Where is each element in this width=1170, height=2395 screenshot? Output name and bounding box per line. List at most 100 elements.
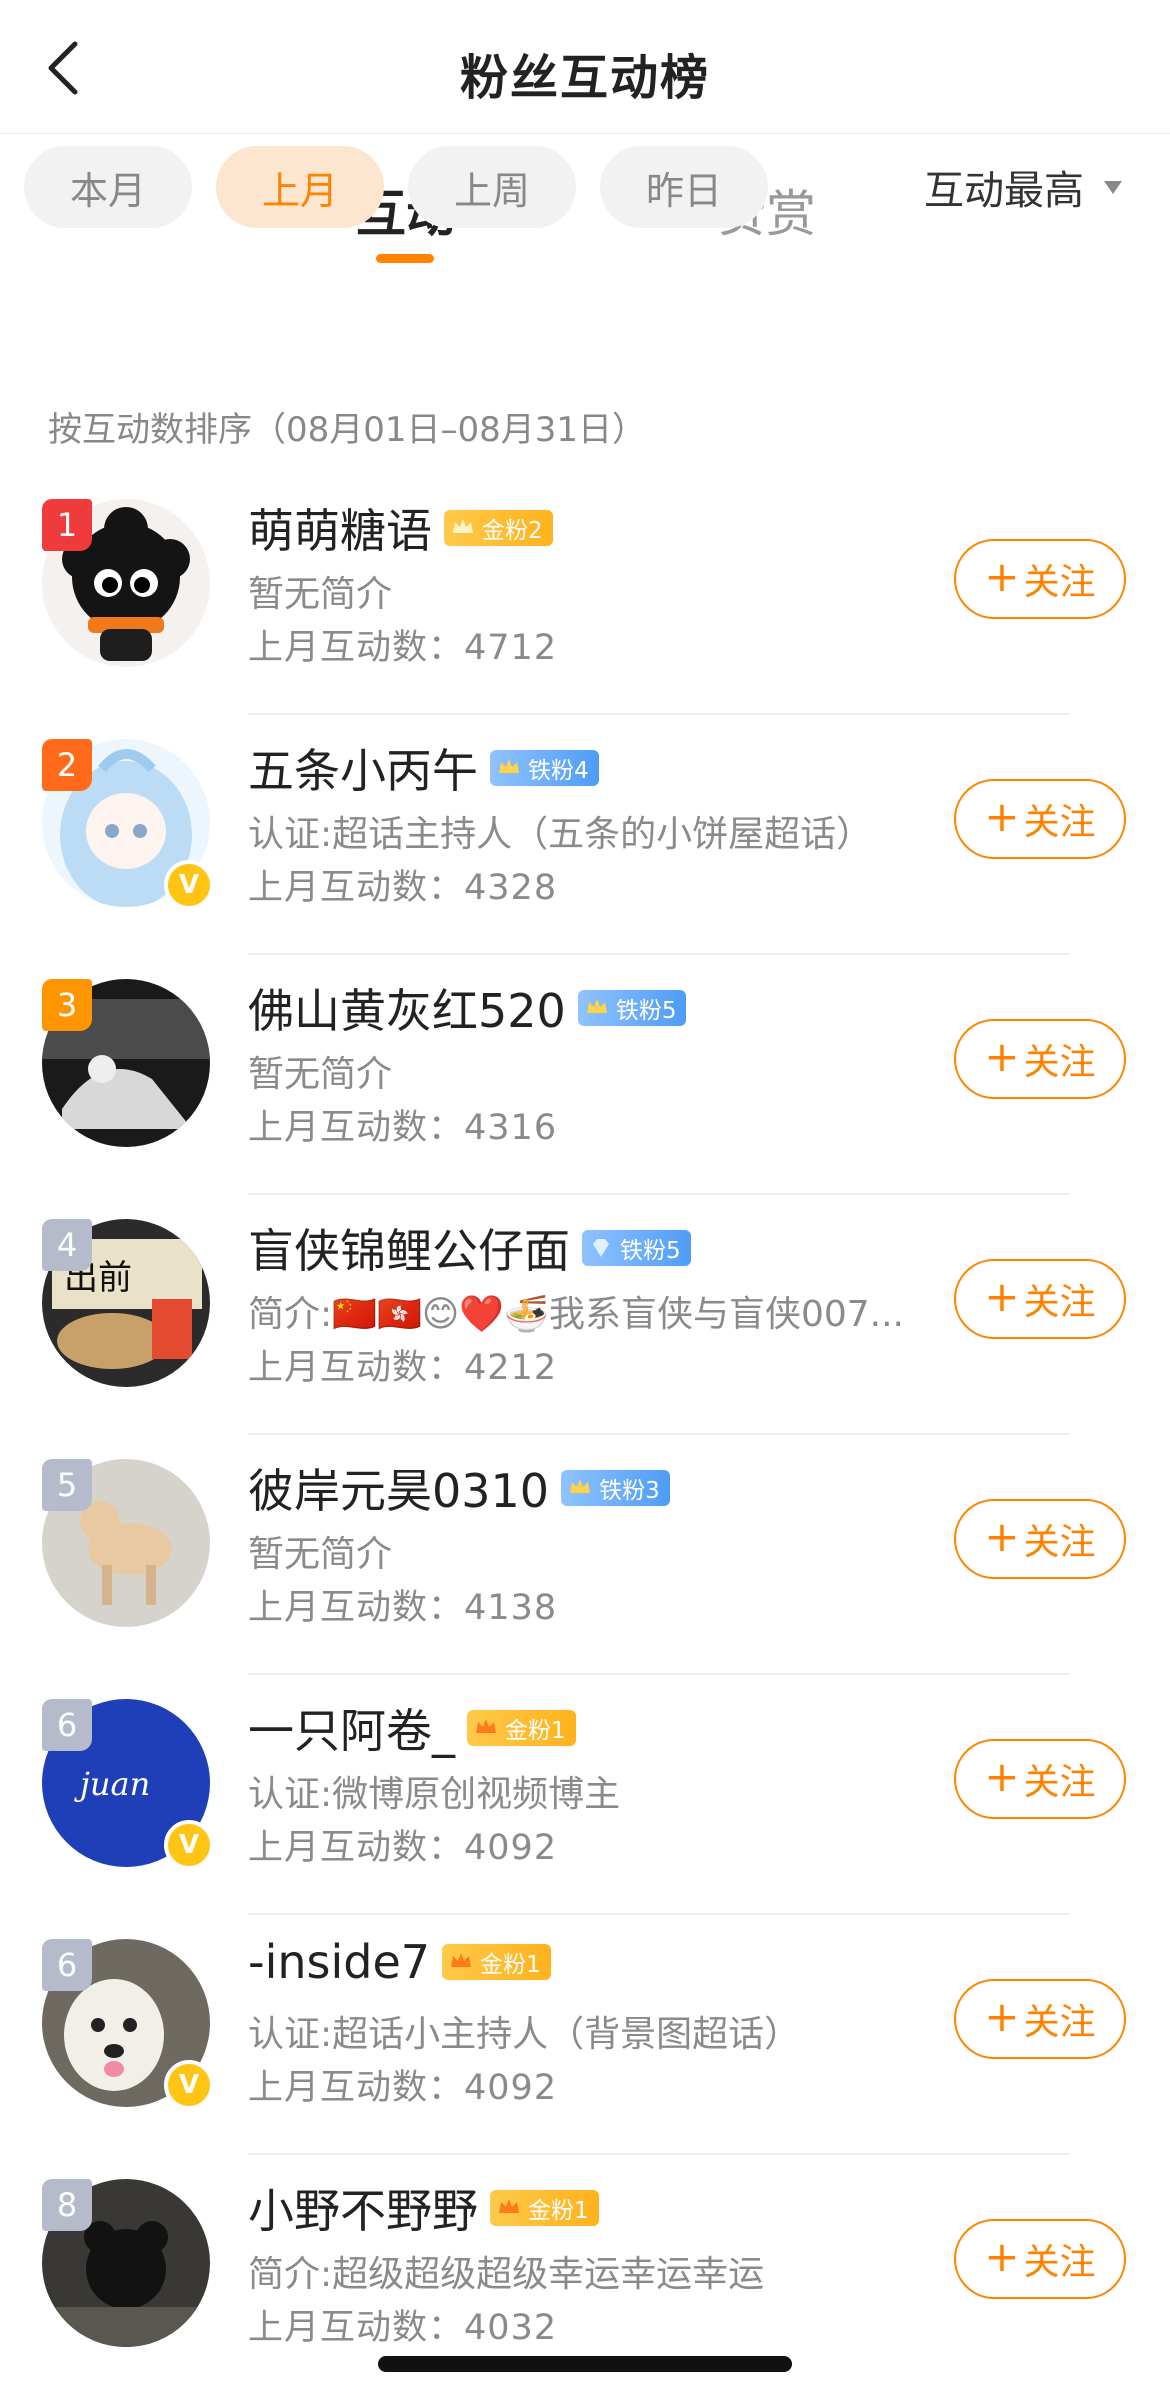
- count-label: 上月互动数：: [248, 1588, 465, 1628]
- fan-level-badge: 铁粉4: [490, 750, 599, 786]
- follow-button[interactable]: + 关注: [954, 1019, 1126, 1099]
- fan-level-label: 金粉1: [505, 1718, 566, 1744]
- list-item[interactable]: 3 佛山黄灰红520 铁粉5 暂无简介 上月互动数：4316 + 关注: [0, 955, 1170, 1195]
- filter-last-week[interactable]: 上周: [408, 146, 576, 228]
- user-bio: 简介:🇨🇳🇭🇰😊❤️🍜我系盲侠与盲侠007...: [248, 1294, 904, 1335]
- interaction-count: 上月互动数：4032: [248, 2299, 557, 2350]
- username[interactable]: 佛山黄灰红520: [248, 975, 566, 1041]
- follow-label: 关注: [1023, 2242, 1096, 2283]
- count-value: 4316: [464, 1108, 558, 1148]
- rank-badge: 4: [42, 1219, 92, 1271]
- username[interactable]: 彼岸元昊0310: [248, 1455, 549, 1521]
- rank-badge: 2: [42, 739, 92, 791]
- count-label: 上月互动数：: [248, 1348, 465, 1388]
- follow-button[interactable]: + 关注: [954, 1259, 1126, 1339]
- list-item[interactable]: 出前 4 盲侠锦鲤公仔面 铁粉5 简介:🇨🇳🇭🇰😊❤️🍜我系盲侠与盲侠007..…: [0, 1195, 1170, 1435]
- follow-label: 关注: [1023, 562, 1096, 603]
- sort-description: 按互动数排序（08月01日–08月31日）: [48, 410, 647, 450]
- follow-label: 关注: [1023, 1282, 1096, 1323]
- svg-text:juan: juan: [74, 1765, 150, 1803]
- crown-icon: [499, 2199, 519, 2213]
- plus-icon: +: [984, 1752, 1020, 1801]
- follow-button[interactable]: + 关注: [954, 1739, 1126, 1819]
- rank-badge: 6: [42, 1699, 92, 1751]
- follow-label: 关注: [1023, 2002, 1096, 2043]
- fan-level-label: 金粉1: [480, 1952, 541, 1978]
- list-item[interactable]: 1 萌萌糖语 金粉2 暂无简介 上月互动数：4712 + 关注: [0, 475, 1170, 715]
- fan-level-label: 铁粉4: [528, 758, 589, 784]
- list-item[interactable]: juan 6 V 一只阿卷_ 金粉1 认证:微博原创视频博主 上月互动数：409…: [0, 1675, 1170, 1915]
- fan-ranking-list: 1 萌萌糖语 金粉2 暂无简介 上月互动数：4712 + 关注 2 V 五条小丙…: [0, 475, 1170, 2395]
- username[interactable]: 一只阿卷_: [248, 1695, 455, 1761]
- crown-icon: [451, 1953, 472, 1967]
- follow-label: 关注: [1023, 1522, 1096, 1563]
- fan-level-label: 铁粉3: [599, 1478, 660, 1504]
- follow-button[interactable]: + 关注: [954, 1499, 1126, 1579]
- verified-badge-icon: V: [164, 2060, 214, 2110]
- crown-icon: [499, 759, 519, 773]
- interaction-count: 上月互动数：4212: [248, 1339, 557, 1390]
- fan-level-label: 金粉2: [482, 518, 543, 544]
- count-label: 上月互动数：: [248, 868, 465, 908]
- fan-level-label: 金粉1: [528, 2198, 589, 2224]
- crown-icon: [570, 1479, 591, 1493]
- username[interactable]: 萌萌糖语: [248, 495, 432, 561]
- fan-level-badge: 铁粉5: [582, 1230, 691, 1266]
- list-item[interactable]: 5 彼岸元昊0310 铁粉3 暂无简介 上月互动数：4138 + 关注: [0, 1435, 1170, 1675]
- interaction-count: 上月互动数：4138: [248, 1579, 557, 1630]
- count-value: 4328: [464, 868, 558, 908]
- list-item[interactable]: 6 V -inside7 金粉1 认证:超话小主持人（背景图超话） 上月互动数：…: [0, 1915, 1170, 2155]
- filter-this-month[interactable]: 本月: [24, 146, 192, 228]
- plus-icon: +: [984, 1272, 1020, 1321]
- follow-label: 关注: [1023, 1762, 1096, 1803]
- count-value: 4092: [464, 2068, 558, 2108]
- rank-badge: 8: [42, 2179, 92, 2231]
- fan-level-badge: 铁粉3: [561, 1470, 670, 1506]
- rank-badge: 5: [42, 1459, 92, 1511]
- user-bio: 认证:微博原创视频博主: [248, 1774, 621, 1815]
- plus-icon: +: [984, 1032, 1020, 1081]
- count-value: 4712: [464, 628, 558, 668]
- username[interactable]: 五条小丙午: [248, 735, 478, 801]
- fan-level-badge: 金粉1: [467, 1710, 576, 1746]
- follow-button[interactable]: + 关注: [954, 1979, 1126, 2059]
- sort-dropdown[interactable]: 互动最高: [924, 158, 1122, 216]
- interaction-count: 上月互动数：4316: [248, 1099, 557, 1150]
- count-value: 4138: [464, 1588, 558, 1628]
- rank-badge: 3: [42, 979, 92, 1031]
- nav-header: 粉丝互动榜: [0, 0, 1170, 134]
- diamond-icon: [593, 1239, 609, 1257]
- count-value: 4092: [464, 1828, 558, 1868]
- fan-level-label: 铁粉5: [615, 998, 677, 1024]
- follow-button[interactable]: + 关注: [954, 2219, 1126, 2299]
- filter-last-month[interactable]: 上月: [216, 146, 384, 228]
- verified-badge-icon: V: [164, 1820, 214, 1870]
- plus-icon: +: [984, 2232, 1020, 2281]
- interaction-count: 上月互动数：4712: [248, 619, 557, 670]
- crown-icon: [476, 1719, 496, 1733]
- verified-badge-icon: V: [164, 860, 214, 910]
- filter-yesterday[interactable]: 昨日: [600, 146, 768, 228]
- count-label: 上月互动数：: [248, 1828, 465, 1868]
- user-bio: 暂无简介: [248, 1054, 393, 1095]
- fan-level-badge: 金粉2: [444, 510, 553, 546]
- user-bio: 简介:超级超级超级幸运幸运幸运: [248, 2254, 765, 2295]
- username[interactable]: 小野不野野: [248, 2175, 478, 2241]
- count-value: 4212: [464, 1348, 558, 1388]
- username[interactable]: 盲侠锦鲤公仔面: [248, 1215, 570, 1281]
- username[interactable]: -inside7: [248, 1935, 430, 1989]
- count-label: 上月互动数：: [248, 2068, 465, 2108]
- list-item[interactable]: 2 V 五条小丙午 铁粉4 认证:超话主持人（五条的小饼屋超话） 上月互动数：4…: [0, 715, 1170, 955]
- interaction-count: 上月互动数：4328: [248, 859, 557, 910]
- plus-icon: +: [984, 1512, 1020, 1561]
- interaction-count: 上月互动数：4092: [248, 1819, 557, 1870]
- follow-button[interactable]: + 关注: [954, 779, 1126, 859]
- follow-label: 关注: [1023, 1042, 1096, 1083]
- count-label: 上月互动数：: [248, 2308, 465, 2348]
- follow-button[interactable]: + 关注: [954, 539, 1126, 619]
- plus-icon: +: [984, 792, 1020, 841]
- page-title: 粉丝互动榜: [459, 50, 710, 106]
- fan-level-badge: 铁粉5: [577, 990, 687, 1026]
- rank-badge: 1: [42, 499, 92, 551]
- interaction-count: 上月互动数：4092: [248, 2059, 557, 2110]
